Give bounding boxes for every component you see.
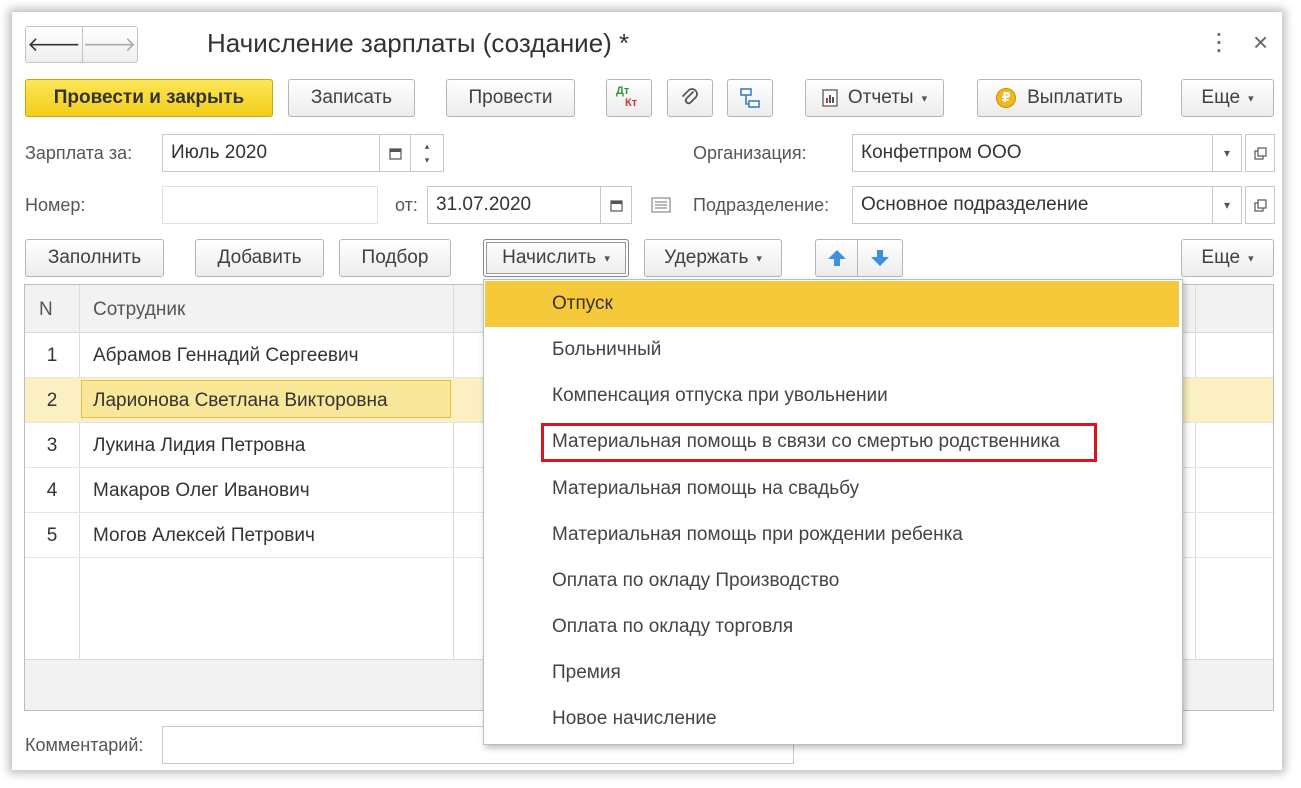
row-number: 4 — [46, 480, 58, 501]
employee-name: Макаров Олег Иванович — [93, 480, 310, 501]
salary-period-field[interactable]: Июль 2020 — [162, 134, 380, 172]
calendar-button[interactable] — [379, 134, 411, 172]
menu-item-bonus[interactable]: Премия — [485, 650, 1179, 696]
kt-label: Кт — [625, 97, 638, 109]
employee-name: Ларионова Светлана Викторовна — [93, 390, 388, 411]
calendar-icon — [609, 199, 623, 212]
department-dropdown-button[interactable]: ▾ — [1212, 186, 1242, 224]
organization-label: Организация: — [693, 143, 807, 163]
structure-icon — [740, 88, 760, 108]
chevron-down-icon: ▾ — [1248, 252, 1254, 265]
ruble-coin-icon: ₽ — [996, 88, 1017, 108]
chevron-down-icon: ▾ — [424, 155, 430, 165]
row-number: 1 — [46, 345, 58, 366]
arrow-up-icon — [827, 250, 846, 266]
table-more-button[interactable]: Еще ▾ — [1181, 239, 1274, 277]
row-number: 5 — [46, 525, 58, 546]
arrow-left-icon: 🡐 — [27, 34, 81, 56]
chevron-down-icon: ▾ — [756, 252, 762, 265]
open-link-icon — [1253, 198, 1267, 212]
chevron-down-icon: ▾ — [1248, 92, 1254, 105]
number-label: Номер: — [25, 195, 86, 215]
organization-value: Конфетпром ООО — [861, 142, 1022, 163]
structure-button[interactable] — [727, 79, 773, 117]
dt-label: Дт — [616, 85, 630, 97]
more-label: Еще — [1201, 87, 1241, 108]
table-more-label: Еще — [1201, 247, 1241, 268]
red-highlight-box — [541, 423, 1097, 462]
open-link-icon — [1253, 146, 1267, 160]
calendar-icon — [388, 147, 402, 160]
date-field[interactable]: 31.07.2020 — [427, 186, 601, 224]
row-number: 3 — [46, 435, 58, 456]
number-field[interactable] — [162, 186, 378, 224]
reports-label: Отчеты — [847, 87, 914, 108]
page-title: Начисление зарплаты (создание) * — [207, 28, 630, 58]
organization-field[interactable]: Конфетпром ООО — [852, 134, 1213, 172]
save-button[interactable]: Записать — [288, 79, 415, 117]
menu-item-vacation-compensation[interactable]: Компенсация отпуска при увольнении — [485, 373, 1179, 419]
reports-button[interactable]: Отчеты ▾ — [805, 79, 944, 117]
move-down-button[interactable] — [857, 239, 903, 277]
organization-open-button[interactable] — [1245, 134, 1275, 172]
menu-item-aid-birth[interactable]: Материальная помощь при рождении ребенка — [485, 512, 1179, 558]
pick-button[interactable]: Подбор — [339, 239, 451, 277]
salary-period-value: Июль 2020 — [171, 142, 268, 163]
post-and-close-button[interactable]: Провести и закрыть — [25, 79, 273, 117]
chevron-down-icon: ▾ — [921, 92, 928, 105]
arrow-right-icon: 🡒 — [82, 34, 137, 56]
close-icon[interactable]: × — [1253, 27, 1268, 58]
menu-item-salary-trade[interactable]: Оплата по окладу торговля — [485, 604, 1179, 650]
department-value: Основное подразделение — [861, 194, 1089, 215]
chevron-down-icon: ▾ — [604, 252, 610, 265]
employee-name: Абрамов Геннадий Сергеевич — [93, 345, 359, 366]
withhold-label: Удержать — [664, 247, 749, 268]
comment-label: Комментарий: — [25, 735, 144, 755]
menu-item-vacation[interactable]: Отпуск — [485, 281, 1179, 327]
forward-button[interactable]: 🡒 — [82, 27, 137, 62]
chevron-down-icon: ▾ — [1223, 146, 1231, 160]
pay-button[interactable]: ₽ Выплатить — [977, 79, 1142, 117]
back-button[interactable]: 🡐 — [26, 27, 83, 62]
menu-item-aid-wedding[interactable]: Материальная помощь на свадьбу — [485, 466, 1179, 512]
report-icon — [822, 89, 838, 107]
date-calendar-button[interactable] — [600, 186, 632, 224]
department-open-button[interactable] — [1245, 186, 1275, 224]
fill-button[interactable]: Заполнить — [25, 239, 164, 277]
menu-item-sick-leave[interactable]: Больничный — [485, 327, 1179, 373]
column-header-n[interactable]: N — [39, 299, 53, 321]
column-header-employee[interactable]: Сотрудник — [93, 299, 185, 321]
salary-for-label: Зарплата за: — [25, 143, 133, 163]
department-field[interactable]: Основное подразделение — [852, 186, 1213, 224]
employee-name: Могов Алексей Петрович — [93, 525, 315, 546]
organization-dropdown-button[interactable]: ▾ — [1212, 134, 1242, 172]
date-from-label: от: — [395, 195, 418, 215]
move-up-button[interactable] — [815, 239, 858, 277]
date-value: 31.07.2020 — [436, 194, 532, 215]
withhold-button[interactable]: Удержать ▾ — [644, 239, 782, 277]
chevron-down-icon: ▾ — [1223, 198, 1231, 212]
arrow-down-icon — [871, 250, 889, 266]
accrue-button[interactable]: Начислить ▾ — [483, 239, 629, 277]
paperclip-icon — [682, 88, 698, 105]
add-button[interactable]: Добавить — [195, 239, 324, 277]
accrue-label: Начислить — [502, 247, 597, 268]
dt-kt-icon: Дт Кт — [616, 85, 642, 111]
dt-kt-button[interactable]: Дт Кт — [606, 79, 652, 117]
menu-item-new-accrual[interactable]: Новое начисление — [485, 696, 1179, 742]
post-button[interactable]: Провести — [446, 79, 575, 117]
attach-button[interactable] — [667, 79, 713, 117]
list-icon[interactable] — [651, 197, 671, 213]
accrue-dropdown-menu: Отпуск Больничный Компенсация отпуска пр… — [483, 279, 1183, 745]
chevron-up-icon: ▴ — [424, 141, 430, 151]
more-vertical-icon[interactable]: ⋮ — [1207, 28, 1231, 57]
row-number: 2 — [46, 390, 58, 411]
department-label: Подразделение: — [693, 195, 830, 215]
pay-label: Выплатить — [1027, 87, 1123, 108]
employee-name: Лукина Лидия Петровна — [93, 435, 306, 456]
more-button[interactable]: Еще ▾ — [1181, 79, 1274, 117]
menu-item-salary-production[interactable]: Оплата по окладу Производство — [485, 558, 1179, 604]
back-forward-group: 🡐 🡒 — [25, 26, 138, 63]
period-stepper[interactable]: ▴ ▾ — [410, 134, 444, 172]
